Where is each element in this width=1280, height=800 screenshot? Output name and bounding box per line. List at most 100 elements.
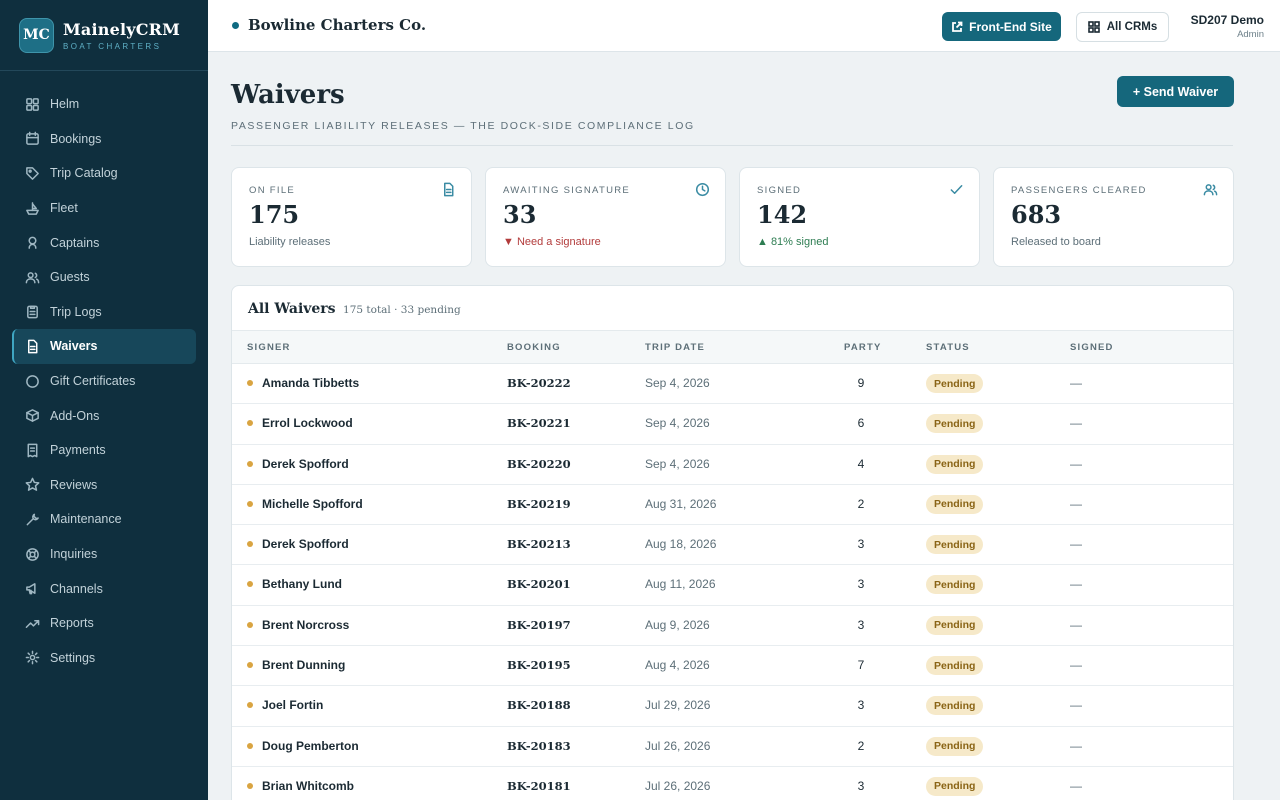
sidebar-item-gift-certificates[interactable]: Gift Certificates bbox=[12, 364, 196, 399]
sidebar-item-reports[interactable]: Reports bbox=[12, 606, 196, 641]
booking-id[interactable]: BK-20220 bbox=[507, 457, 571, 471]
sidebar-item-channels[interactable]: Channels bbox=[12, 571, 196, 606]
booking-id[interactable]: BK-20201 bbox=[507, 577, 571, 591]
signer-cell[interactable]: Brian Whitcomb bbox=[247, 779, 354, 793]
grid-icon bbox=[26, 97, 39, 111]
sidebar-item-waivers[interactable]: Waivers bbox=[12, 329, 196, 364]
signer-name: Bethany Lund bbox=[262, 577, 342, 592]
table-row[interactable]: Doug Pemberton BK-20183 Jul 26, 2026 2 Pendi… bbox=[232, 727, 1233, 767]
booking-id[interactable]: BK-20221 bbox=[507, 416, 571, 430]
signer-name: Amanda Tibbetts bbox=[262, 376, 360, 390]
signer-cell[interactable]: Doug Pemberton bbox=[247, 739, 359, 753]
sidebar-item-guests[interactable]: Guests bbox=[12, 260, 196, 295]
sidebar-item-trip-logs[interactable]: Trip Logs bbox=[12, 295, 196, 330]
column-header-trip-date[interactable]: TRIP DATE bbox=[645, 342, 705, 353]
column-header-party[interactable]: PARTY bbox=[844, 342, 882, 353]
signer-cell[interactable]: Joel Fortin bbox=[247, 698, 323, 712]
sidebar-item-fleet[interactable]: Fleet bbox=[12, 191, 196, 226]
sidebar-nav: Helm Bookings Trip Catalog Fleet Captain… bbox=[0, 71, 208, 675]
booking-id[interactable]: BK-20197 bbox=[507, 618, 571, 632]
sidebar-item-captains[interactable]: Captains bbox=[12, 225, 196, 260]
pending-dot-icon bbox=[247, 742, 253, 749]
party-size: 7 bbox=[857, 658, 865, 673]
front-end-site-button[interactable]: Front-End Site bbox=[942, 12, 1061, 41]
signer-cell[interactable]: Brent Norcross bbox=[247, 618, 349, 632]
booking-id[interactable]: BK-20219 bbox=[507, 497, 571, 511]
stat-label: SIGNED bbox=[757, 185, 802, 196]
sidebar-item-bookings[interactable]: Bookings bbox=[12, 122, 196, 157]
party-size: 4 bbox=[857, 456, 865, 471]
table-row[interactable]: Derek Spofford BK-20213 Aug 18, 2026 3 Pendi… bbox=[232, 525, 1233, 566]
stat-note: Liability releases bbox=[249, 236, 331, 248]
pending-dot-icon bbox=[247, 500, 253, 507]
stat-value: 175 bbox=[249, 200, 300, 229]
table-row[interactable]: Michelle Spofford BK-20219 Aug 31, 2026 2 Pe… bbox=[232, 485, 1233, 526]
external-link-icon bbox=[952, 21, 963, 32]
sidebar-item-payments[interactable]: Payments bbox=[12, 433, 196, 468]
column-header-signed[interactable]: SIGNED bbox=[1070, 342, 1114, 353]
sidebar-item-reviews[interactable]: Reviews bbox=[12, 468, 196, 503]
signed-date: — bbox=[1070, 577, 1082, 592]
signed-date: — bbox=[1070, 698, 1082, 713]
send-waiver-button[interactable]: + Send Waiver bbox=[1117, 76, 1234, 107]
clock-icon bbox=[695, 182, 710, 197]
column-header-signer[interactable]: SIGNER bbox=[247, 342, 291, 353]
sidebar-item-label: Helm bbox=[50, 97, 80, 112]
sidebar-item-settings[interactable]: Settings bbox=[12, 641, 196, 676]
user-role: Admin bbox=[1237, 29, 1264, 40]
sidebar-item-label: Reports bbox=[50, 616, 94, 631]
signed-date: — bbox=[1070, 456, 1082, 471]
sidebar-item-label: Channels bbox=[50, 581, 103, 596]
sidebar-item-inquiries[interactable]: Inquiries bbox=[12, 537, 196, 572]
signed-date: — bbox=[1070, 658, 1082, 673]
booking-id[interactable]: BK-20213 bbox=[507, 537, 571, 551]
user-menu[interactable]: SD207 Demo Admin bbox=[1191, 13, 1264, 40]
all-crms-button[interactable]: All CRMs bbox=[1076, 12, 1169, 42]
signer-cell[interactable]: Bethany Lund bbox=[247, 577, 342, 591]
trip-date: Aug 4, 2026 bbox=[645, 658, 710, 673]
table-row[interactable]: Brent Norcross BK-20197 Aug 9, 2026 3 Pendin… bbox=[232, 606, 1233, 647]
trip-date: Aug 31, 2026 bbox=[645, 496, 717, 511]
sidebar-item-helm[interactable]: Helm bbox=[12, 87, 196, 122]
stat-value: 142 bbox=[757, 200, 808, 229]
table-body: Amanda Tibbetts BK-20222 Sep 4, 2026 9 Pendi… bbox=[232, 364, 1233, 800]
booking-id[interactable]: BK-20195 bbox=[507, 658, 571, 672]
sidebar-item-add-ons[interactable]: Add-Ons bbox=[12, 398, 196, 433]
brand[interactable]: MC MainelyCRM BOAT CHARTERS bbox=[0, 0, 208, 71]
circle-icon bbox=[26, 374, 39, 388]
column-header-status[interactable]: STATUS bbox=[926, 342, 970, 353]
signer-cell[interactable]: Derek Spofford bbox=[247, 457, 349, 471]
party-size: 9 bbox=[857, 376, 865, 390]
table-row[interactable]: Joel Fortin BK-20188 Jul 29, 2026 3 Pending — bbox=[232, 686, 1233, 727]
pending-dot-icon bbox=[247, 541, 253, 548]
signer-cell[interactable]: Amanda Tibbetts bbox=[247, 376, 359, 390]
stat-value: 683 bbox=[1011, 200, 1062, 229]
table-row[interactable]: Bethany Lund BK-20201 Aug 11, 2026 3 Pending… bbox=[232, 565, 1233, 606]
table-row[interactable]: Brian Whitcomb BK-20181 Jul 26, 2026 3 Pendi… bbox=[232, 767, 1233, 800]
column-header-booking[interactable]: BOOKING bbox=[507, 342, 561, 353]
table-row[interactable]: Amanda Tibbetts BK-20222 Sep 4, 2026 9 Pendi… bbox=[232, 364, 1233, 405]
signer-cell[interactable]: Derek Spofford bbox=[247, 537, 349, 551]
stat-card-passengers-cleared: PASSENGERS CLEARED 683 Released to board bbox=[993, 167, 1234, 267]
signed-date: — bbox=[1070, 738, 1082, 753]
star-icon bbox=[25, 477, 40, 492]
party-size: 6 bbox=[857, 416, 865, 431]
party-size: 3 bbox=[857, 577, 865, 592]
booking-id[interactable]: BK-20181 bbox=[507, 779, 571, 793]
status-badge: Pending bbox=[926, 454, 984, 474]
booking-id[interactable]: BK-20183 bbox=[507, 739, 571, 753]
signer-cell[interactable]: Michelle Spofford bbox=[247, 497, 363, 511]
table-row[interactable]: Errol Lockwood BK-20221 Sep 4, 2026 6 Pendin… bbox=[232, 404, 1233, 445]
table-row[interactable]: Brent Dunning BK-20195 Aug 4, 2026 7 Pending… bbox=[232, 646, 1233, 687]
signer-name: Brent Norcross bbox=[262, 617, 350, 632]
sidebar-item-maintenance[interactable]: Maintenance bbox=[12, 502, 196, 537]
signer-cell[interactable]: Errol Lockwood bbox=[247, 416, 353, 430]
sidebar-item-trip-catalog[interactable]: Trip Catalog bbox=[12, 156, 196, 191]
booking-id[interactable]: BK-20222 bbox=[507, 376, 571, 390]
trend-icon bbox=[25, 619, 40, 628]
table-row[interactable]: Derek Spofford BK-20220 Sep 4, 2026 4 Pendin… bbox=[232, 445, 1233, 485]
trip-date: Jul 29, 2026 bbox=[645, 698, 711, 713]
divider bbox=[231, 145, 1233, 146]
signer-cell[interactable]: Brent Dunning bbox=[247, 658, 345, 672]
booking-id[interactable]: BK-20188 bbox=[507, 698, 571, 712]
